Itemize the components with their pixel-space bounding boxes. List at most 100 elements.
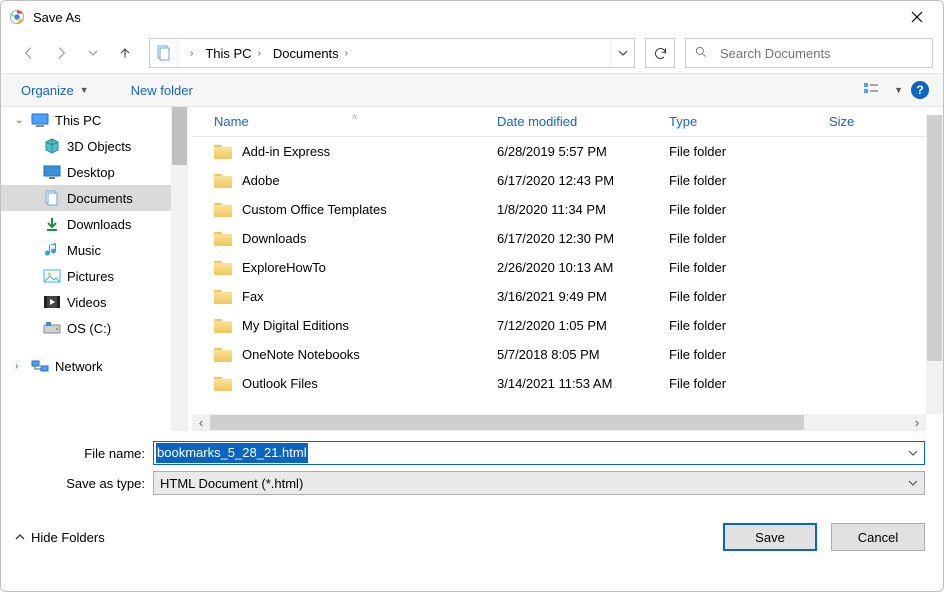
file-type: File folder <box>669 376 829 391</box>
pc-icon <box>31 111 49 129</box>
up-button[interactable] <box>111 39 139 67</box>
saveastype-combobox[interactable]: HTML Document (*.html) <box>153 471 925 495</box>
tree-item-this-pc[interactable]: ⌄ This PC <box>1 107 171 133</box>
file-date: 1/8/2020 11:34 PM <box>497 202 669 217</box>
file-type: File folder <box>669 231 829 246</box>
col-type-header[interactable]: Type <box>669 114 829 129</box>
folder-icon <box>214 261 232 275</box>
file-row[interactable]: OneNote Notebooks5/7/2018 8:05 PMFile fo… <box>192 340 926 369</box>
music-icon <box>43 241 61 259</box>
file-type: File folder <box>669 202 829 217</box>
file-row[interactable]: Downloads6/17/2020 12:30 PMFile folder <box>192 224 926 253</box>
file-row[interactable]: My Digital Editions7/12/2020 1:05 PMFile… <box>192 311 926 340</box>
file-row[interactable]: Fax 3/16/2021 9:49 PMFile folder <box>192 282 926 311</box>
file-name: Fax <box>242 289 264 304</box>
recent-dropdown[interactable] <box>79 39 107 67</box>
file-type: File folder <box>669 289 829 304</box>
tree-item-label: Music <box>67 243 101 258</box>
saveastype-dropdown-caret[interactable] <box>906 476 920 491</box>
back-button[interactable] <box>15 39 43 67</box>
filename-dropdown-caret[interactable] <box>906 446 920 461</box>
file-type: File folder <box>669 260 829 275</box>
forward-button[interactable] <box>47 39 75 67</box>
saveastype-label: Save as type: <box>19 476 153 491</box>
tree-item-downloads[interactable]: Downloads <box>1 211 171 237</box>
tree-item-pictures[interactable]: Pictures <box>1 263 171 289</box>
files-scroll-thumb-vertical[interactable] <box>927 115 942 361</box>
tree-item-label: Videos <box>67 295 107 310</box>
search-input[interactable] <box>718 45 924 62</box>
breadcrumb-documents[interactable]: Documents› <box>267 39 354 67</box>
refresh-button[interactable] <box>645 38 675 68</box>
file-row[interactable]: Outlook Files3/14/2021 11:53 AMFile fold… <box>192 369 926 398</box>
files-scroll-thumb-horizontal[interactable] <box>210 415 804 430</box>
tree-scrollbar[interactable] <box>171 107 188 431</box>
tree-item-label: Desktop <box>67 165 115 180</box>
tree-item-network[interactable]: › Network <box>1 353 171 379</box>
file-row[interactable]: Custom Office Templates 1/8/2020 11:34 PM… <box>192 195 926 224</box>
cancel-button[interactable]: Cancel <box>831 523 925 551</box>
pics-icon <box>43 267 61 285</box>
tree-item-label: Downloads <box>67 217 131 232</box>
tree-item-videos[interactable]: Videos <box>1 289 171 315</box>
file-name: Downloads <box>242 231 306 246</box>
file-type: File folder <box>669 173 829 188</box>
breadcrumb-root-chevron[interactable]: › <box>178 39 199 67</box>
scroll-left-arrow[interactable]: ‹ <box>194 416 208 430</box>
expand-caret[interactable]: ⌄ <box>15 115 23 126</box>
help-button[interactable]: ? <box>911 81 929 99</box>
files-scrollbar-vertical[interactable] <box>926 115 943 414</box>
organize-menu[interactable]: Organize▼ <box>15 79 95 102</box>
folder-icon <box>214 319 232 333</box>
tree-item-label: This PC <box>55 113 101 128</box>
files-scrollbar-horizontal[interactable]: ‹ › <box>192 414 926 431</box>
tree-item-3d-objects[interactable]: 3D Objects <box>1 133 171 159</box>
save-button[interactable]: Save <box>723 523 817 551</box>
file-type: File folder <box>669 347 829 362</box>
filename-label: File name: <box>19 446 153 461</box>
tree-item-label: OS (C:) <box>67 321 111 336</box>
drive-icon <box>43 319 61 337</box>
view-dropdown-caret[interactable]: ▼ <box>894 85 903 95</box>
expand-caret[interactable]: › <box>15 361 18 372</box>
file-row[interactable]: Adobe6/17/2020 12:43 PMFile folder <box>192 166 926 195</box>
tree-item-label: Network <box>55 359 103 374</box>
file-name: My Digital Editions <box>242 318 349 333</box>
tree-item-label: Pictures <box>67 269 114 284</box>
tree-scroll-thumb[interactable] <box>172 107 187 165</box>
new-folder-button[interactable]: New folder <box>125 79 199 102</box>
col-size-header[interactable]: Size <box>829 114 889 129</box>
breadcrumb-this-pc[interactable]: This PC› <box>199 39 267 67</box>
folder-icon <box>214 232 232 246</box>
file-name: Custom Office Templates <box>242 202 387 217</box>
close-button[interactable] <box>895 1 939 33</box>
tree-item-desktop[interactable]: Desktop <box>1 159 171 185</box>
file-date: 3/16/2021 9:49 PM <box>497 289 669 304</box>
navigation-tree: ⌄ This PC 3D Objects Desktop Documents Downlo… <box>1 107 188 431</box>
file-type: File folder <box>669 144 829 159</box>
file-name: OneNote Notebooks <box>242 347 360 362</box>
tree-item-documents[interactable]: Documents <box>1 185 171 211</box>
tree-item-music[interactable]: Music <box>1 237 171 263</box>
view-options-button[interactable] <box>862 79 886 101</box>
filename-combobox[interactable]: bookmarks_5_28_21.html <box>153 441 925 465</box>
3d-icon <box>43 137 61 155</box>
folder-icon <box>214 203 232 217</box>
down-icon <box>43 215 61 233</box>
search-box[interactable] <box>685 38 933 68</box>
address-history-dropdown[interactable] <box>610 39 634 67</box>
file-row[interactable]: Add-in Express6/28/2019 5:57 PMFile fold… <box>192 137 926 166</box>
col-name-header[interactable]: Name˄ <box>192 114 497 129</box>
col-date-header[interactable]: Date modified <box>497 114 669 129</box>
tree-item-os-c-[interactable]: OS (C:) <box>1 315 171 341</box>
address-bar[interactable]: › This PC› Documents› <box>149 38 635 68</box>
file-date: 6/28/2019 5:57 PM <box>497 144 669 159</box>
window-title: Save As <box>33 10 895 25</box>
folder-icon <box>214 290 232 304</box>
search-icon <box>694 45 718 62</box>
hide-folders-button[interactable]: Hide Folders <box>15 530 105 545</box>
scroll-right-arrow[interactable]: › <box>910 416 924 430</box>
file-date: 6/17/2020 12:43 PM <box>497 173 669 188</box>
file-row[interactable]: ExploreHowTo2/26/2020 10:13 AMFile folde… <box>192 253 926 282</box>
file-date: 2/26/2020 10:13 AM <box>497 260 669 275</box>
